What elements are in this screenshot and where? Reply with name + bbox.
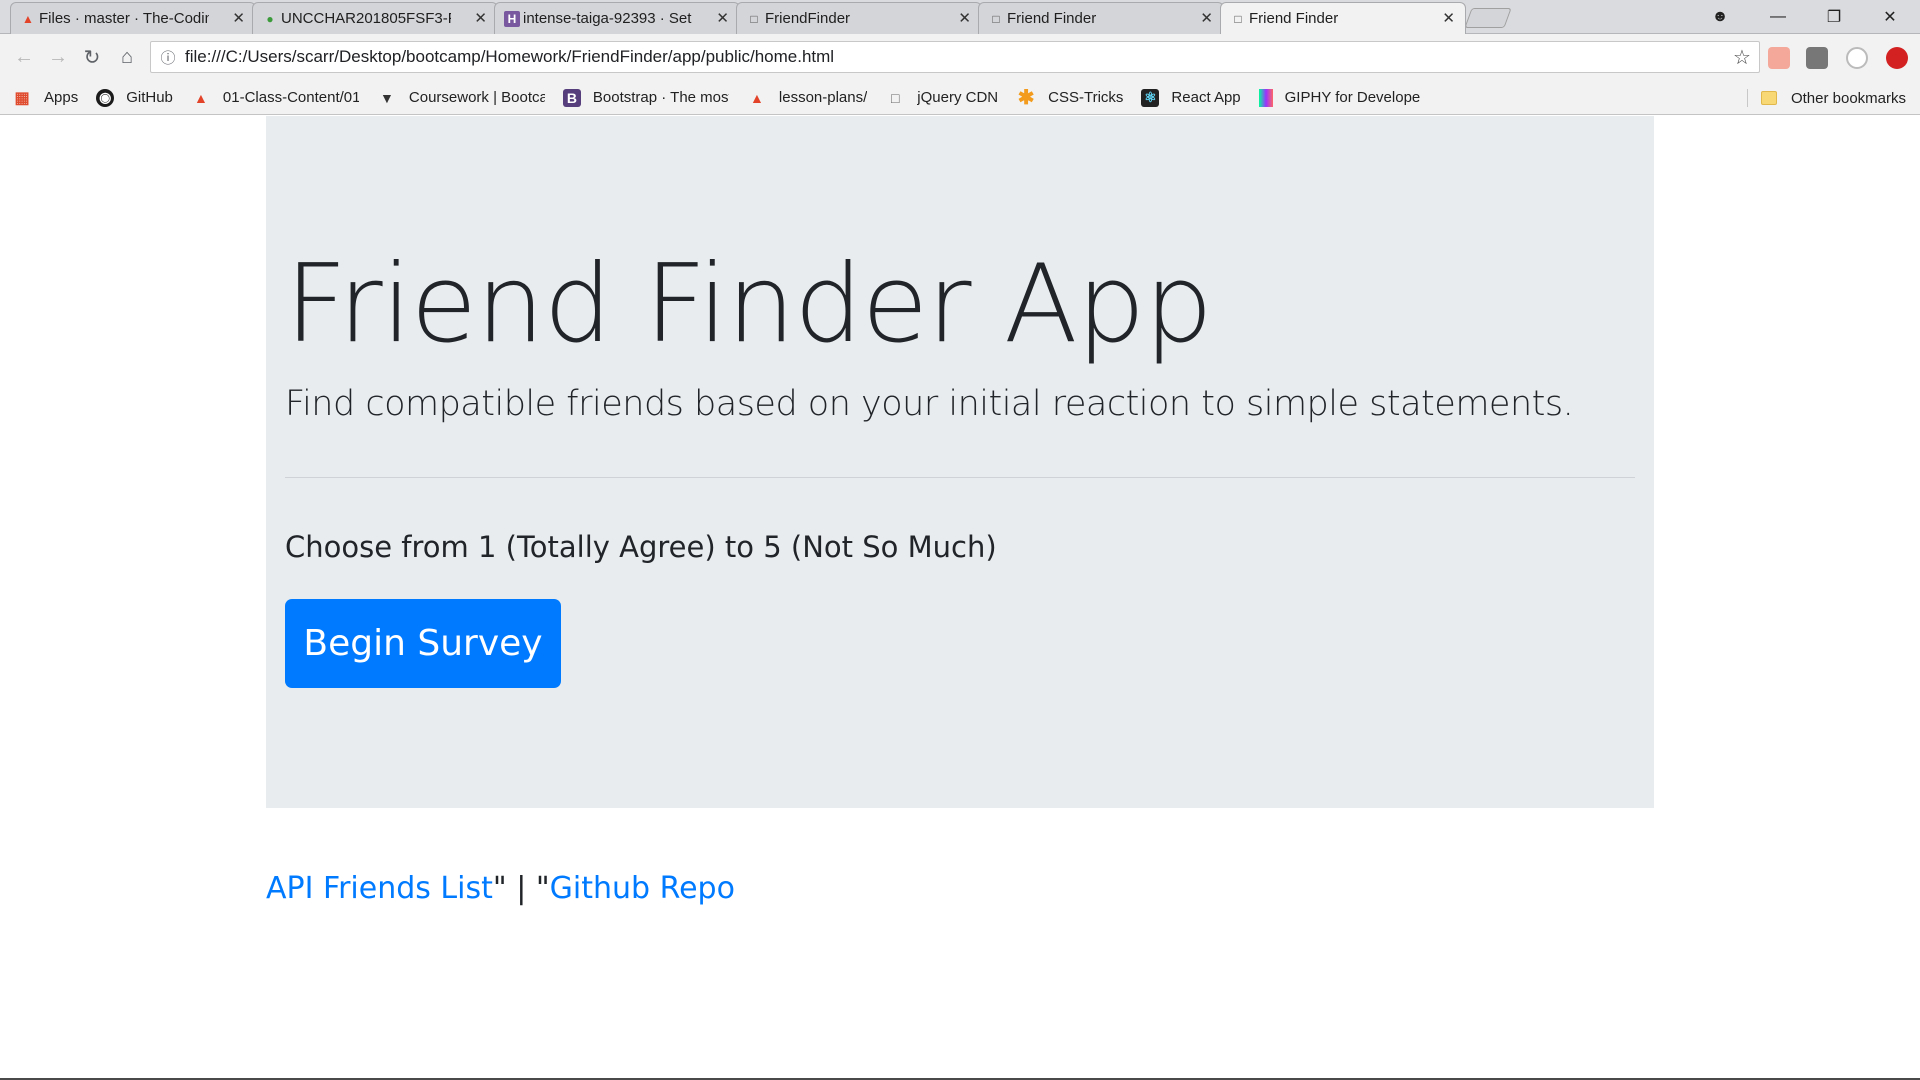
document-icon: □ — [891, 89, 900, 106]
bookmarks-divider — [1747, 89, 1748, 107]
extension-office-icon[interactable] — [1806, 47, 1828, 69]
browser-toolbar: ← → ↻ ⌂ ⓘ file:///C:/Users/scarr/Desktop… — [0, 34, 1920, 81]
footer-separator: " | " — [492, 871, 550, 906]
extension-circle-icon[interactable] — [1846, 47, 1868, 69]
begin-survey-button[interactable]: Begin Survey — [285, 599, 561, 688]
divider — [285, 477, 1635, 478]
asterisk-icon: ✱ — [1017, 87, 1035, 109]
green-leaf-icon: ● — [266, 12, 274, 26]
react-icon: ⚛ — [1141, 88, 1160, 107]
tab-title: Files · master · The-Codin — [39, 10, 209, 27]
close-icon[interactable]: ✕ — [958, 9, 971, 27]
tab-title: Friend Finder — [1249, 10, 1339, 27]
close-icon[interactable]: ✕ — [474, 9, 487, 27]
window-close-icon[interactable]: ✕ — [1862, 0, 1918, 34]
minimize-icon[interactable]: — — [1750, 0, 1806, 34]
document-icon: □ — [750, 12, 758, 26]
url-text[interactable]: file:///C:/Users/scarr/Desktop/bootcamp/… — [185, 47, 1725, 67]
document-icon: □ — [992, 12, 1000, 26]
github-repo-link[interactable]: Github Repo — [550, 871, 735, 906]
tab-friendfinder-1[interactable]: □ FriendFinder ✕ — [736, 2, 982, 34]
instructions-text: Choose from 1 (Totally Agree) to 5 (Not … — [285, 530, 997, 564]
tab-title: UNCCHAR201805FSF3-FT — [281, 10, 451, 27]
page-title: Friend Finder App — [285, 242, 1213, 367]
bookmark-lesson-plans[interactable]: ▲ lesson-plans/ — [747, 89, 867, 107]
other-bookmarks[interactable]: Other bookmarks — [1760, 81, 1906, 115]
bookmark-css-tricks[interactable]: ✱ CSS-Tricks — [1016, 87, 1124, 109]
close-icon[interactable]: ✕ — [1200, 9, 1213, 27]
bookmarks-bar: ▦ Apps ◉ GitHub ▲ 01-Class-Content/01 ▼ … — [0, 81, 1920, 115]
close-icon[interactable]: ✕ — [1442, 9, 1455, 27]
extension-cast-icon[interactable] — [1768, 47, 1790, 69]
new-tab-button[interactable] — [1464, 8, 1512, 28]
giphy-icon — [1258, 88, 1273, 107]
info-icon[interactable]: ⓘ — [151, 47, 185, 68]
address-bar[interactable]: ⓘ file:///C:/Users/scarr/Desktop/bootcam… — [150, 41, 1760, 73]
folder-icon — [1760, 91, 1777, 105]
gitlab-fox-icon: ▲ — [749, 89, 764, 106]
bookmark-star-icon[interactable]: ☆ — [1725, 45, 1759, 70]
bookmark-react-app[interactable]: ⚛ React App — [1141, 88, 1241, 107]
back-arrow-icon[interactable]: ← — [10, 43, 38, 71]
bookmark-jquery-cdn[interactable]: □ jQuery CDN — [885, 89, 998, 107]
gitlab-fox-icon: ▲ — [22, 12, 34, 26]
forward-arrow-icon[interactable]: → — [44, 43, 72, 71]
jumbotron: Friend Finder App Find compatible friend… — [266, 116, 1654, 808]
tab-friendfinder-2[interactable]: □ Friend Finder ✕ — [978, 2, 1224, 34]
close-icon[interactable]: ✕ — [232, 9, 245, 27]
lead-text: Find compatible friends based on your in… — [285, 384, 1574, 424]
tab-title: FriendFinder — [765, 10, 851, 27]
bookmark-class-content[interactable]: ▲ 01-Class-Content/01 — [191, 89, 359, 107]
tab-title: Friend Finder — [1007, 10, 1097, 27]
bookmark-giphy[interactable]: GIPHY for Developer — [1258, 88, 1421, 107]
page-content: Friend Finder App Find compatible friend… — [0, 116, 1920, 1080]
bookmark-bootstrap[interactable]: B Bootstrap · The most — [562, 88, 729, 107]
bookmark-coursework[interactable]: ▼ Coursework | Bootca — [377, 89, 545, 107]
bookmark-github[interactable]: ◉ GitHub — [96, 88, 173, 107]
restore-icon[interactable]: ❐ — [1806, 0, 1862, 34]
close-icon[interactable]: ✕ — [716, 9, 729, 27]
github-icon: ◉ — [96, 88, 115, 107]
reload-icon[interactable]: ↻ — [78, 43, 106, 71]
profile-icon[interactable]: ☻ — [1692, 0, 1748, 34]
bookmark-apps[interactable]: ▦ Apps — [12, 89, 78, 107]
home-icon[interactable]: ⌂ — [113, 43, 141, 71]
extension-adblock-icon[interactable] — [1886, 47, 1908, 69]
footer-links: API Friends List" | "Github Repo — [266, 871, 735, 906]
document-icon: □ — [1234, 12, 1242, 26]
gitlab-fox-icon: ▲ — [193, 89, 208, 106]
bootstrap-icon: B — [562, 88, 581, 107]
tab-unc[interactable]: ● UNCCHAR201805FSF3-FT ✕ — [252, 2, 498, 34]
tab-strip: ▲ Files · master · The-Codin ✕ ● UNCCHAR… — [0, 0, 1920, 34]
shield-icon: ▼ — [379, 89, 394, 106]
tab-heroku[interactable]: H intense-taiga-92393 · Set ✕ — [494, 2, 740, 34]
heroku-icon: H — [504, 11, 520, 27]
tab-title: intense-taiga-92393 · Set — [523, 10, 692, 27]
api-friends-list-link[interactable]: API Friends List — [266, 871, 493, 906]
tab-files-master[interactable]: ▲ Files · master · The-Codin ✕ — [10, 2, 256, 34]
apps-grid-icon: ▦ — [14, 89, 30, 107]
tab-friendfinder-active[interactable]: □ Friend Finder ✕ — [1220, 2, 1466, 34]
